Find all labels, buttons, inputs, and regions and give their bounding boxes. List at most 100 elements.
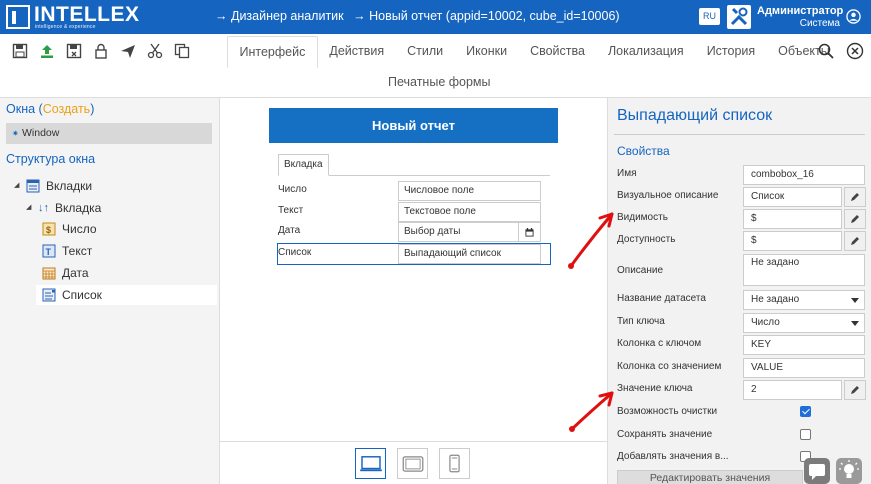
tab-icons[interactable]: Иконки	[455, 36, 519, 68]
form-tab[interactable]: Вкладка	[278, 154, 329, 176]
pencil-icon	[851, 193, 859, 201]
phone-preview-button[interactable]	[439, 448, 470, 479]
description-textarea[interactable]: Не задано	[743, 254, 865, 286]
svg-text:$: $	[46, 225, 51, 235]
name-input[interactable]: combobox_16	[743, 165, 865, 185]
dataset-name-select[interactable]: Не задано	[743, 290, 865, 310]
prop-label: Возможность очистки	[617, 406, 718, 417]
date-picker-field[interactable]: Выбор даты	[398, 222, 541, 242]
key-type-select[interactable]: Число	[743, 313, 865, 333]
tab-actions[interactable]: Действия	[318, 36, 396, 68]
clearable-checkbox[interactable]	[800, 406, 811, 417]
visibility-input[interactable]: $	[743, 209, 842, 229]
tree-item-tab[interactable]: ◢ ↓↑ Вкладка	[26, 198, 101, 218]
number-icon: $	[42, 222, 56, 236]
lightbulb-icon	[839, 460, 859, 478]
number-field[interactable]: Числовое поле	[398, 181, 541, 201]
availability-input[interactable]: $	[743, 231, 842, 251]
tree-item-tabs[interactable]: ◢ Вкладки	[14, 176, 92, 196]
properties-panel: Выпадающий список Свойства Имя combobox_…	[607, 98, 871, 484]
pencil-icon	[851, 237, 859, 245]
form-title-bar[interactable]: Новый отчет	[269, 108, 558, 143]
expand-triangle-icon[interactable]: ◢	[26, 198, 38, 218]
edit-pencil-button[interactable]	[844, 380, 866, 400]
dropdown-field[interactable]: Выпадающий список	[398, 244, 541, 264]
value-column-input[interactable]: VALUE	[743, 358, 865, 378]
desktop-icon	[359, 455, 382, 471]
tab-localization[interactable]: Локализация	[596, 36, 695, 68]
chat-button[interactable]	[804, 458, 830, 484]
calendar-icon[interactable]	[518, 223, 540, 241]
language-button[interactable]: RU	[699, 8, 720, 25]
date-picker-value: Выбор даты	[404, 226, 461, 237]
cut-icon[interactable]	[141, 40, 168, 62]
structure-title: Структура окна	[6, 152, 96, 166]
tree-item-number[interactable]: $ Число	[42, 219, 97, 239]
tab-styles[interactable]: Стили	[396, 36, 455, 68]
edit-values-button[interactable]: Редактировать значения	[617, 470, 803, 484]
user-role: Система	[799, 18, 840, 29]
tree-item-label: Текст	[62, 244, 93, 258]
prop-label: Значение ключа	[617, 383, 693, 394]
tablet-preview-button[interactable]	[397, 448, 428, 479]
breadcrumb-item[interactable]: → Дизайнер аналитик	[215, 9, 344, 23]
expand-triangle-icon[interactable]: ◢	[14, 176, 26, 196]
text-field[interactable]: Текстовое поле	[398, 202, 541, 222]
tab-history[interactable]: История	[695, 36, 766, 68]
phone-icon	[449, 454, 460, 473]
user-avatar-icon[interactable]	[846, 9, 861, 24]
save-value-checkbox[interactable]	[800, 429, 811, 440]
save-icon[interactable]	[6, 40, 33, 62]
divider	[614, 134, 865, 135]
logo-mark-icon	[6, 5, 30, 29]
prop-label: Добавлять значения в...	[617, 451, 729, 462]
key-column-input[interactable]: KEY	[743, 335, 865, 355]
window-list-item[interactable]: ✷ Window	[6, 123, 212, 144]
tree-item-label: Список	[62, 288, 102, 302]
main-tabs: Интерфейс Действия Стили Иконки Свойства…	[227, 36, 841, 68]
form-row-date[interactable]: Дата Выбор даты	[278, 222, 550, 242]
prop-label: Имя	[617, 168, 637, 179]
form-row-number[interactable]: Число Числовое поле	[278, 181, 550, 201]
calendar-icon	[42, 267, 56, 280]
edit-pencil-button[interactable]	[844, 209, 866, 229]
tree-item-label: Число	[62, 222, 97, 236]
lock-icon[interactable]	[87, 40, 114, 62]
tools-icon[interactable]	[727, 5, 751, 29]
toolbar-icons	[6, 40, 195, 62]
tree-item-date[interactable]: Дата	[42, 263, 89, 283]
user-info[interactable]: Администратор Система	[757, 5, 843, 29]
prop-label: Тип ключа	[617, 316, 665, 327]
tab-print-forms[interactable]: Печатные формы	[388, 75, 491, 89]
visual-description-input[interactable]: Список	[743, 187, 842, 207]
search-icon[interactable]	[818, 43, 834, 59]
upload-icon[interactable]	[33, 40, 60, 62]
tab-interface[interactable]: Интерфейс	[227, 36, 318, 68]
field-label: Дата	[278, 225, 301, 236]
prop-label: Видимость	[617, 212, 668, 223]
edit-pencil-button[interactable]	[844, 187, 866, 207]
field-label: Список	[278, 247, 312, 258]
prop-label: Колонка с ключом	[617, 338, 702, 349]
create-window-link[interactable]: Создать	[43, 102, 91, 116]
form-row-text[interactable]: Текст Текстовое поле	[278, 202, 550, 222]
prop-label: Сохранять значение	[617, 429, 713, 440]
copy-icon[interactable]	[168, 40, 195, 62]
tree-item-text[interactable]: T Текст	[42, 241, 92, 261]
desktop-preview-button[interactable]	[355, 448, 386, 479]
tips-button[interactable]	[836, 458, 862, 484]
design-canvas: Новый отчет Вкладка Число Числовое поле …	[220, 98, 607, 484]
edit-pencil-button[interactable]	[844, 231, 866, 251]
save-as-icon[interactable]	[60, 40, 87, 62]
close-icon[interactable]	[846, 42, 864, 60]
tablet-icon	[402, 455, 423, 472]
send-icon[interactable]	[114, 40, 141, 62]
app-logo[interactable]: INTELLEX intelligence & experience	[6, 3, 139, 31]
tab-properties[interactable]: Свойства	[519, 36, 597, 68]
form-row-list[interactable]: Список Выпадающий список	[277, 243, 551, 265]
device-preview-bar	[220, 441, 607, 484]
left-panel: Окна (Создать) ✷ Window Структура окна ◢…	[0, 98, 220, 484]
properties-section-title: Свойства	[617, 144, 670, 158]
tree-item-list[interactable]: Список	[36, 285, 217, 305]
key-value-input[interactable]: 2	[743, 380, 842, 400]
